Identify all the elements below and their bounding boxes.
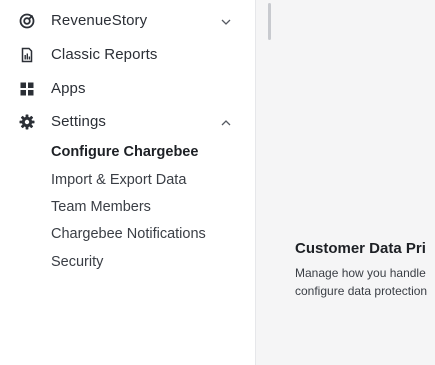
report-document-icon	[19, 47, 35, 63]
submenu-item-configure-chargebee[interactable]: Configure Chargebee	[51, 142, 198, 162]
chevron-down-icon[interactable]	[220, 15, 232, 27]
sidebar-item-revenuestory[interactable]: RevenueStory	[0, 8, 256, 34]
card-description-line: Manage how you handle	[295, 266, 426, 280]
sidebar-item-label: RevenueStory	[51, 12, 148, 29]
submenu-item-import-export-data[interactable]: Import & Export Data	[51, 170, 186, 190]
submenu-item-team-members[interactable]: Team Members	[51, 197, 151, 217]
apps-grid-icon	[19, 81, 35, 97]
sidebar-item-apps[interactable]: Apps	[0, 76, 256, 102]
sidebar-item-label: Settings	[51, 113, 106, 130]
revenue-story-icon	[19, 13, 35, 29]
sidebar: RevenueStory Classic Reports Apps Settin…	[0, 0, 256, 365]
gear-icon	[19, 114, 35, 130]
sidebar-item-label: Classic Reports	[51, 46, 158, 63]
card-title: Customer Data Pri	[295, 240, 426, 257]
submenu-item-chargebee-notifications[interactable]: Chargebee Notifications	[51, 224, 206, 244]
sidebar-item-classic-reports[interactable]: Classic Reports	[0, 42, 256, 68]
card-description-line: configure data protection	[295, 284, 428, 298]
sidebar-item-settings[interactable]: Settings	[0, 109, 256, 135]
sidebar-item-label: Apps	[51, 80, 86, 97]
main-content	[256, 0, 435, 365]
submenu-item-security[interactable]: Security	[51, 252, 103, 272]
chevron-up-icon[interactable]	[220, 116, 232, 128]
scrollbar-thumb[interactable]	[268, 3, 271, 40]
